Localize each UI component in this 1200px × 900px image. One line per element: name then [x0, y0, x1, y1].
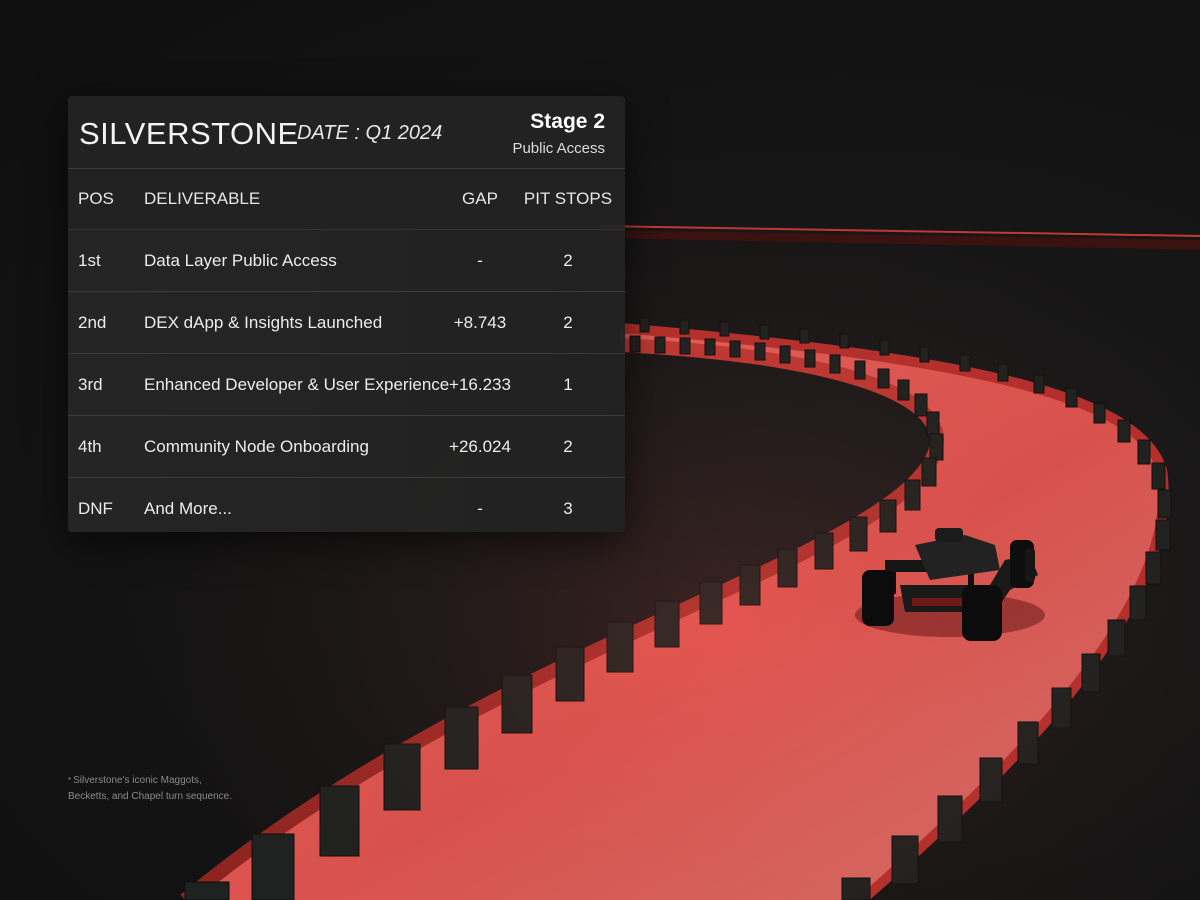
- row-pos: 2nd: [78, 312, 107, 332]
- row-deliverable: And More...: [144, 498, 232, 518]
- row-pit-stops: 3: [563, 498, 573, 518]
- stage-subtitle: Public Access: [512, 140, 605, 157]
- table-header: POS DELIVERABLE GAP PIT STOPS: [68, 169, 625, 230]
- table-row: 4th Community Node Onboarding +26.024 2: [68, 416, 625, 478]
- footnote: * Silverstone's iconic Maggots, Becketts,…: [68, 773, 248, 805]
- row-gap: +8.743: [453, 312, 507, 332]
- date-label: DATE : Q1 2024: [297, 122, 443, 144]
- panel-header: SILVERSTONE DATE : Q1 2024 Stage 2 Publi…: [68, 96, 625, 169]
- row-pos: 1st: [78, 250, 101, 270]
- row-gap: -: [477, 250, 483, 270]
- footnote-line-1: Silverstone's iconic Maggots,: [73, 775, 202, 786]
- row-pit-stops: 2: [563, 312, 573, 332]
- track-name: SILVERSTONE: [79, 116, 299, 151]
- row-pit-stops: 2: [563, 250, 573, 270]
- table-row: 3rd Enhanced Developer & User Experience…: [68, 354, 625, 416]
- row-pos: 3rd: [78, 374, 103, 394]
- footnote-marker: *: [68, 776, 72, 785]
- col-pit-stops: PIT STOPS: [523, 189, 613, 208]
- table-row: 2nd DEX dApp & Insights Launched +8.743 …: [68, 292, 625, 354]
- row-gap: +16.233: [449, 374, 511, 394]
- table-row: 1st Data Layer Public Access - 2: [68, 230, 625, 292]
- row-deliverable: Enhanced Developer & User Experience: [144, 374, 450, 394]
- row-deliverable: DEX dApp & Insights Launched: [144, 312, 383, 332]
- row-deliverable: Community Node Onboarding: [144, 436, 369, 456]
- table-row: DNF And More... - 3: [68, 478, 625, 532]
- row-deliverable: Data Layer Public Access: [144, 250, 337, 270]
- col-gap: GAP: [462, 189, 498, 208]
- row-pos: 4th: [78, 436, 102, 456]
- stage-block: Stage 2 Public Access: [512, 110, 605, 157]
- row-pit-stops: 2: [563, 436, 573, 456]
- footnote-line-2: Becketts, and Chapel turn sequence.: [68, 791, 232, 802]
- standings-panel: SILVERSTONE DATE : Q1 2024 Stage 2 Publi…: [68, 96, 625, 532]
- row-gap: +26.024: [449, 436, 511, 456]
- stage-title: Stage 2: [530, 110, 605, 133]
- col-pos: POS: [78, 189, 114, 208]
- col-deliverable: DELIVERABLE: [144, 189, 261, 208]
- row-pos: DNF: [78, 498, 113, 518]
- row-pit-stops: 1: [563, 374, 573, 394]
- hero-stage: SILVERSTONE DATE : Q1 2024 Stage 2 Publi…: [0, 0, 1200, 900]
- row-gap: -: [477, 498, 483, 518]
